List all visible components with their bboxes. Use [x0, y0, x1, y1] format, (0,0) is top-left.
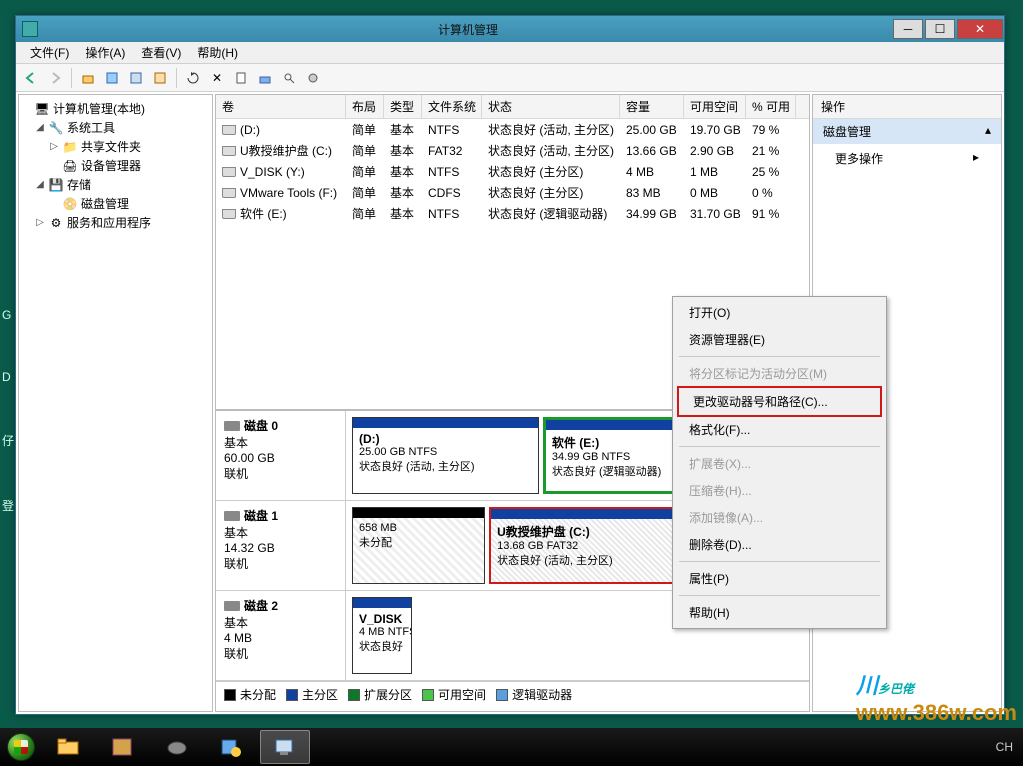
disk-info: 磁盘 2基本4 MB联机 [216, 591, 346, 680]
close-button[interactable]: ✕ [957, 19, 1003, 39]
menubar: 文件(F) 操作(A) 查看(V) 帮助(H) [16, 42, 1004, 64]
table-row[interactable]: 软件 (E:)简单基本NTFS状态良好 (逻辑驱动器)34.99 GB31.70… [216, 203, 809, 224]
view1-button[interactable] [101, 67, 123, 89]
taskbar-item-app3[interactable] [206, 730, 256, 764]
context-menu-item: 压缩卷(H)... [675, 477, 884, 504]
actions-header: 操作 [813, 95, 1001, 119]
forward-button[interactable] [44, 67, 66, 89]
delete-button[interactable]: ✕ [206, 67, 228, 89]
disk-info: 磁盘 0基本60.00 GB联机 [216, 411, 346, 500]
app-icon [22, 21, 38, 37]
settings-button[interactable] [302, 67, 324, 89]
view2-button[interactable] [125, 67, 147, 89]
actions-more[interactable]: 更多操作▸ [813, 144, 1001, 173]
context-menu-item[interactable]: 更改驱动器号和路径(C)... [677, 386, 882, 417]
col-layout[interactable]: 布局 [346, 95, 384, 118]
back-button[interactable] [20, 67, 42, 89]
col-capacity[interactable]: 容量 [620, 95, 684, 118]
tree-services[interactable]: ▷⚙服务和应用程序 [21, 213, 210, 232]
taskbar-item-explorer[interactable] [44, 730, 94, 764]
legend: 未分配主分区扩展分区可用空间逻辑驱动器 [216, 681, 809, 707]
chevron-right-icon: ▸ [973, 150, 979, 167]
col-pct-free[interactable]: % 可用 [746, 95, 796, 118]
col-filesystem[interactable]: 文件系统 [422, 95, 482, 118]
ime-indicator[interactable]: CH [996, 740, 1013, 754]
disk-icon [224, 421, 240, 431]
taskbar-item-app2[interactable] [152, 730, 202, 764]
refresh-button[interactable] [182, 67, 204, 89]
tree-shared-folders[interactable]: ▷📁共享文件夹 [21, 137, 210, 156]
watermark: 川乡巴佬 www.386w.com [856, 668, 1017, 726]
up-button[interactable] [77, 67, 99, 89]
disk-info: 磁盘 1基本14.32 GB联机 [216, 501, 346, 590]
context-menu-item[interactable]: 格式化(F)... [675, 416, 884, 443]
menu-action[interactable]: 操作(A) [77, 42, 133, 63]
taskbar[interactable]: CH [0, 728, 1023, 766]
tree-storage[interactable]: ◢💾存储 [21, 175, 210, 194]
start-orb-icon [7, 733, 35, 761]
table-row[interactable]: U教授维护盘 (C:)简单基本FAT32状态良好 (活动, 主分区)13.66 … [216, 140, 809, 161]
col-type[interactable]: 类型 [384, 95, 422, 118]
drive-icon [222, 209, 236, 219]
drive-icon [222, 188, 236, 198]
table-row[interactable]: V_DISK (Y:)简单基本NTFS状态良好 (主分区)4 MB1 MB25 … [216, 161, 809, 182]
context-menu-item[interactable]: 资源管理器(E) [675, 326, 884, 353]
drive-icon [222, 146, 236, 156]
actions-disk-mgmt[interactable]: 磁盘管理▴ [813, 119, 1001, 144]
context-menu-item: 添加镜像(A)... [675, 504, 884, 531]
disk-icon [224, 511, 240, 521]
menu-view[interactable]: 查看(V) [133, 42, 189, 63]
context-menu-item: 扩展卷(X)... [675, 450, 884, 477]
desktop-edge-hints: G D 仔 登 [2, 260, 14, 562]
context-menu-item[interactable]: 帮助(H) [675, 599, 884, 626]
col-status[interactable]: 状态 [482, 95, 620, 118]
table-row[interactable]: VMware Tools (F:)简单基本CDFS状态良好 (主分区)83 MB… [216, 182, 809, 203]
disk-icon [224, 601, 240, 611]
view3-button[interactable] [149, 67, 171, 89]
tree-device-manager[interactable]: 🖨设备管理器 [21, 156, 210, 175]
context-menu-item[interactable]: 打开(O) [675, 299, 884, 326]
drive-icon [222, 125, 236, 135]
taskbar-item-computer-mgmt[interactable] [260, 730, 310, 764]
context-menu-item[interactable]: 删除卷(D)... [675, 531, 884, 558]
collapse-icon: ▴ [985, 123, 991, 140]
minimize-button[interactable]: ─ [893, 19, 923, 39]
taskbar-item-app1[interactable] [98, 730, 148, 764]
partition[interactable]: (D:)25.00 GB NTFS状态良好 (活动, 主分区) [352, 417, 539, 494]
tree-system-tools[interactable]: ◢🔧系统工具 [21, 118, 210, 137]
tree-disk-management[interactable]: 📀磁盘管理 [21, 194, 210, 213]
toolbar: ✕ [16, 64, 1004, 92]
context-menu-item[interactable]: 属性(P) [675, 565, 884, 592]
start-button[interactable] [0, 728, 42, 766]
volume-list-header: 卷 布局 类型 文件系统 状态 容量 可用空间 % 可用 [216, 95, 809, 119]
menu-file[interactable]: 文件(F) [22, 42, 77, 63]
props-button[interactable] [230, 67, 252, 89]
search-button[interactable] [278, 67, 300, 89]
col-volume[interactable]: 卷 [216, 95, 346, 118]
tree-root[interactable]: 🖥计算机管理(本地) [21, 99, 210, 118]
titlebar[interactable]: 计算机管理 ─ ☐ ✕ [16, 16, 1004, 42]
partition[interactable]: 658 MB未分配 [352, 507, 485, 584]
context-menu: 打开(O)资源管理器(E) 将分区标记为活动分区(M)更改驱动器号和路径(C)..… [672, 296, 887, 629]
navigation-tree[interactable]: 🖥计算机管理(本地) ◢🔧系统工具 ▷📁共享文件夹 🖨设备管理器 ◢💾存储 📀磁… [18, 94, 213, 712]
system-tray[interactable]: CH [986, 740, 1023, 754]
window-title: 计算机管理 [44, 21, 892, 38]
partition[interactable]: V_DISK4 MB NTFS状态良好 [352, 597, 412, 674]
tool-a-button[interactable] [254, 67, 276, 89]
drive-icon [222, 167, 236, 177]
col-free[interactable]: 可用空间 [684, 95, 746, 118]
table-row[interactable]: (D:)简单基本NTFS状态良好 (活动, 主分区)25.00 GB19.70 … [216, 119, 809, 140]
context-menu-item: 将分区标记为活动分区(M) [675, 360, 884, 387]
maximize-button[interactable]: ☐ [925, 19, 955, 39]
menu-help[interactable]: 帮助(H) [189, 42, 246, 63]
